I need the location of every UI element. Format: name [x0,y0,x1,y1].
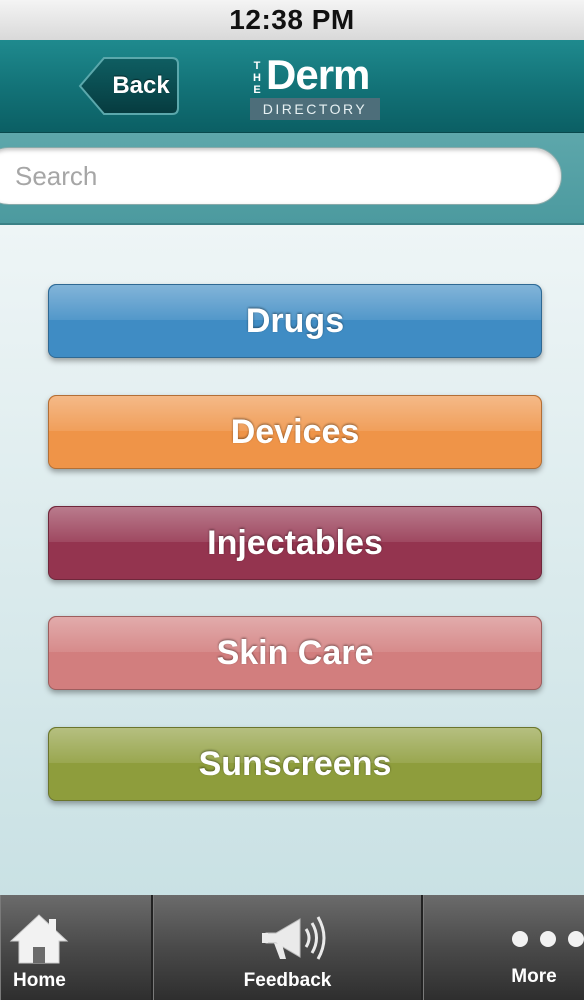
drugs-button-label: Drugs [245,301,345,340]
megaphone-icon [262,916,326,960]
skin-care-button-label: Skin Care [216,633,374,672]
drugs-button[interactable]: Drugs [48,284,542,358]
tab-feedback-label: Feedback [243,970,332,991]
tab-more-label: More [511,966,557,987]
injectables-button[interactable]: Injectables [48,506,542,580]
back-button-label: Back [112,72,170,99]
tab-more[interactable]: More [423,895,584,1000]
injectables-button-label: Injectables [207,523,383,562]
back-button[interactable]: Back [78,56,180,116]
tab-feedback[interactable]: Feedback [153,895,423,1000]
home-icon [9,914,69,964]
derm-directory-logo: THE Derm DIRECTORY [250,51,380,120]
sunscreens-button[interactable]: Sunscreens [48,727,542,801]
category-list: Drugs Devices Injectables Skin Care Suns… [0,225,584,895]
devices-button[interactable]: Devices [48,395,542,469]
logo-the-text: THE [253,60,261,96]
tab-home[interactable]: Home [0,895,153,1000]
navigation-bar: Back THE Derm DIRECTORY [0,40,584,133]
search-input[interactable] [0,147,562,205]
skin-care-button[interactable]: Skin Care [48,616,542,690]
more-dots-icon [512,931,584,947]
tab-home-label: Home [13,970,66,991]
tab-bar: Home Feedback More [0,895,584,1000]
search-bar [0,133,584,225]
status-time: 12:38 PM [229,4,355,35]
devices-button-label: Devices [230,412,360,451]
status-bar: 12:38 PM [0,0,584,40]
logo-directory-text: DIRECTORY [250,98,380,120]
sunscreens-button-label: Sunscreens [198,744,392,783]
logo-derm-text: Derm [266,51,370,98]
